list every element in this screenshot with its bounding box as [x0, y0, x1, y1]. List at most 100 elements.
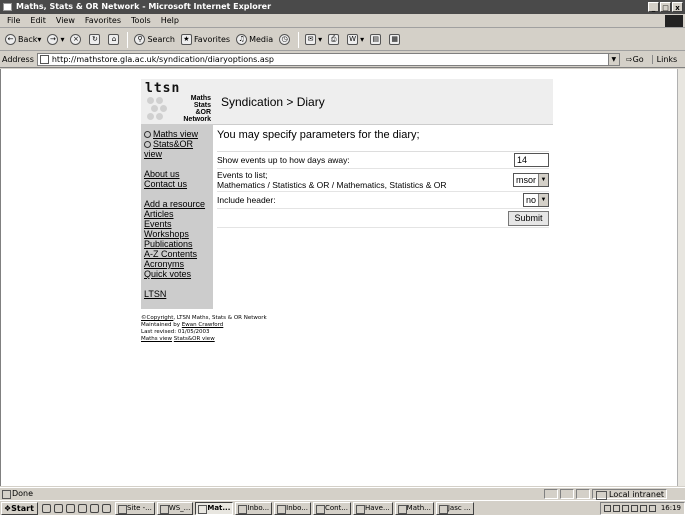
sidebar-maths-view[interactable]: Maths view [144, 129, 210, 139]
stop-button[interactable]: × [67, 34, 86, 45]
task-button[interactable]: Jasc ... [435, 501, 474, 515]
close-button[interactable]: x [672, 2, 683, 12]
tray-icon[interactable] [630, 504, 638, 512]
task-button[interactable]: Site -... [114, 501, 155, 515]
edit-icon: W [347, 34, 359, 45]
header-select[interactable]: no ▼ [522, 193, 549, 207]
menu-favorites[interactable]: Favorites [80, 14, 126, 27]
days-input[interactable]: 14 [514, 153, 549, 167]
edit-button[interactable]: W ▾ [344, 34, 367, 45]
go-button[interactable]: ⇨Go [626, 55, 644, 64]
maintainer-link[interactable]: Ewan Crawford [182, 322, 224, 328]
links-button[interactable]: Links [651, 55, 677, 64]
sidebar-quickvotes[interactable]: Quick votes [144, 269, 210, 279]
go-arrow-icon: ⇨ [625, 55, 633, 64]
security-zone: Local intranet [592, 488, 667, 500]
mail-icon: ✉ [305, 34, 317, 45]
discuss-icon: ▤ [370, 34, 382, 45]
events-label: Events to list; Mathematics / Statistics… [217, 170, 447, 190]
quicklaunch-icon[interactable] [65, 503, 75, 513]
status-bar: Done Local intranet [0, 487, 685, 500]
chevron-down-icon: ▾ [60, 35, 65, 44]
submit-button[interactable]: Submit [508, 211, 549, 226]
task-button[interactable]: WS_... [156, 501, 194, 515]
sidebar-stats-view[interactable]: Stats&OR view [144, 139, 210, 159]
print-button[interactable]: ⎙ [325, 34, 344, 45]
sidebar-az[interactable]: A-Z Contents [144, 249, 210, 259]
maximize-button[interactable]: □ [660, 2, 671, 12]
address-url: http://mathstore.gla.ac.uk/syndication/d… [51, 55, 275, 64]
quicklaunch-icon[interactable] [101, 503, 111, 513]
quicklaunch-icon[interactable] [41, 503, 51, 513]
back-button[interactable]: ← Back ▾ [2, 34, 44, 45]
task-button[interactable]: Inbo... [274, 501, 311, 515]
home-button[interactable]: ⌂ [105, 34, 124, 45]
stats-view-icon [144, 141, 151, 148]
days-label: Show events up to how days away: [217, 155, 350, 165]
web-page: ltsn Maths Stats &OR Network Syndication… [141, 79, 553, 343]
menu-help[interactable]: Help [156, 14, 184, 27]
events-select[interactable]: msor ▼ [513, 173, 549, 187]
page-title: Syndication > Diary [221, 94, 325, 109]
menu-view[interactable]: View [51, 14, 80, 27]
ltsn-logo[interactable]: ltsn Maths Stats &OR Network [141, 79, 215, 125]
mail-button[interactable]: ✉ ▾ [302, 34, 325, 45]
tray-icon[interactable] [621, 504, 629, 512]
footer-stats-view[interactable]: Stats&OR view [174, 336, 215, 342]
tray-icon[interactable] [612, 504, 620, 512]
sidebar-acronyms[interactable]: Acronyms [144, 259, 210, 269]
chevron-down-icon[interactable]: ▼ [607, 54, 619, 65]
page-body: Maths view Stats&OR view About us Contac… [141, 125, 553, 309]
copyright-link[interactable]: ©Copyright [141, 315, 173, 321]
param-row-header: Include header: no ▼ [217, 192, 549, 209]
task-button[interactable]: Math... [394, 501, 434, 515]
sidebar-workshops[interactable]: Workshops [144, 229, 210, 239]
media-button[interactable]: ♫ Media [233, 34, 276, 45]
task-button[interactable]: Mat... [195, 501, 234, 515]
discuss-button[interactable]: ▤ [367, 34, 386, 45]
refresh-button[interactable]: ↻ [86, 34, 105, 45]
sidebar-add-resource[interactable]: Add a resource [144, 199, 210, 209]
history-button[interactable]: ◷ [276, 34, 295, 45]
print-icon: ⎙ [328, 34, 340, 45]
forward-button[interactable]: → ▾ [44, 34, 67, 45]
address-input[interactable]: http://mathstore.gla.ac.uk/syndication/d… [36, 53, 620, 66]
header-label: Include header: [217, 195, 276, 205]
window-titlebar: Maths, Stats & OR Network - Microsoft In… [0, 0, 685, 14]
page-icon [39, 55, 49, 64]
minimize-button[interactable]: _ [648, 2, 659, 12]
logo-text: ltsn [145, 80, 181, 96]
task-button[interactable]: Inbo... [235, 501, 273, 515]
sidebar-events[interactable]: Events [144, 219, 210, 229]
page-header: ltsn Maths Stats &OR Network Syndication… [141, 79, 553, 125]
tray-icons [603, 504, 656, 512]
tray-icon[interactable] [648, 504, 656, 512]
menu-tools[interactable]: Tools [126, 14, 156, 27]
tray-icon[interactable] [639, 504, 647, 512]
sidebar-articles[interactable]: Articles [144, 209, 210, 219]
task-button[interactable]: Cont... [312, 501, 351, 515]
browser-viewport: ltsn Maths Stats &OR Network Syndication… [0, 69, 677, 486]
start-button[interactable]: ❖Start [1, 501, 38, 515]
sidebar-about[interactable]: About us [144, 169, 210, 179]
footer-maths-view[interactable]: Maths view [141, 336, 172, 342]
quicklaunch-icon[interactable] [53, 503, 63, 513]
menu-file[interactable]: File [2, 14, 25, 27]
tray-icon[interactable] [603, 504, 611, 512]
sidebar-contact[interactable]: Contact us [144, 179, 210, 189]
messenger-button[interactable]: ▦ [386, 34, 405, 45]
task-button[interactable]: Have... [352, 501, 393, 515]
sidebar-ltsn[interactable]: LTSN [144, 289, 210, 299]
home-icon: ⌂ [108, 34, 120, 45]
search-button[interactable]: ⚲ Search [131, 34, 177, 45]
vertical-scrollbar[interactable] [677, 69, 685, 486]
quicklaunch-icon[interactable] [77, 503, 87, 513]
ie-icon [3, 3, 12, 11]
sidebar-publications[interactable]: Publications [144, 239, 210, 249]
taskbar: ❖Start Site -... WS_... Mat... Inbo... I… [0, 500, 685, 515]
favorites-button[interactable]: ★ Favorites [178, 34, 233, 45]
menu-edit[interactable]: Edit [25, 14, 51, 27]
chevron-down-icon: ▾ [318, 35, 323, 44]
history-icon: ◷ [279, 34, 291, 45]
quicklaunch-icon[interactable] [89, 503, 99, 513]
